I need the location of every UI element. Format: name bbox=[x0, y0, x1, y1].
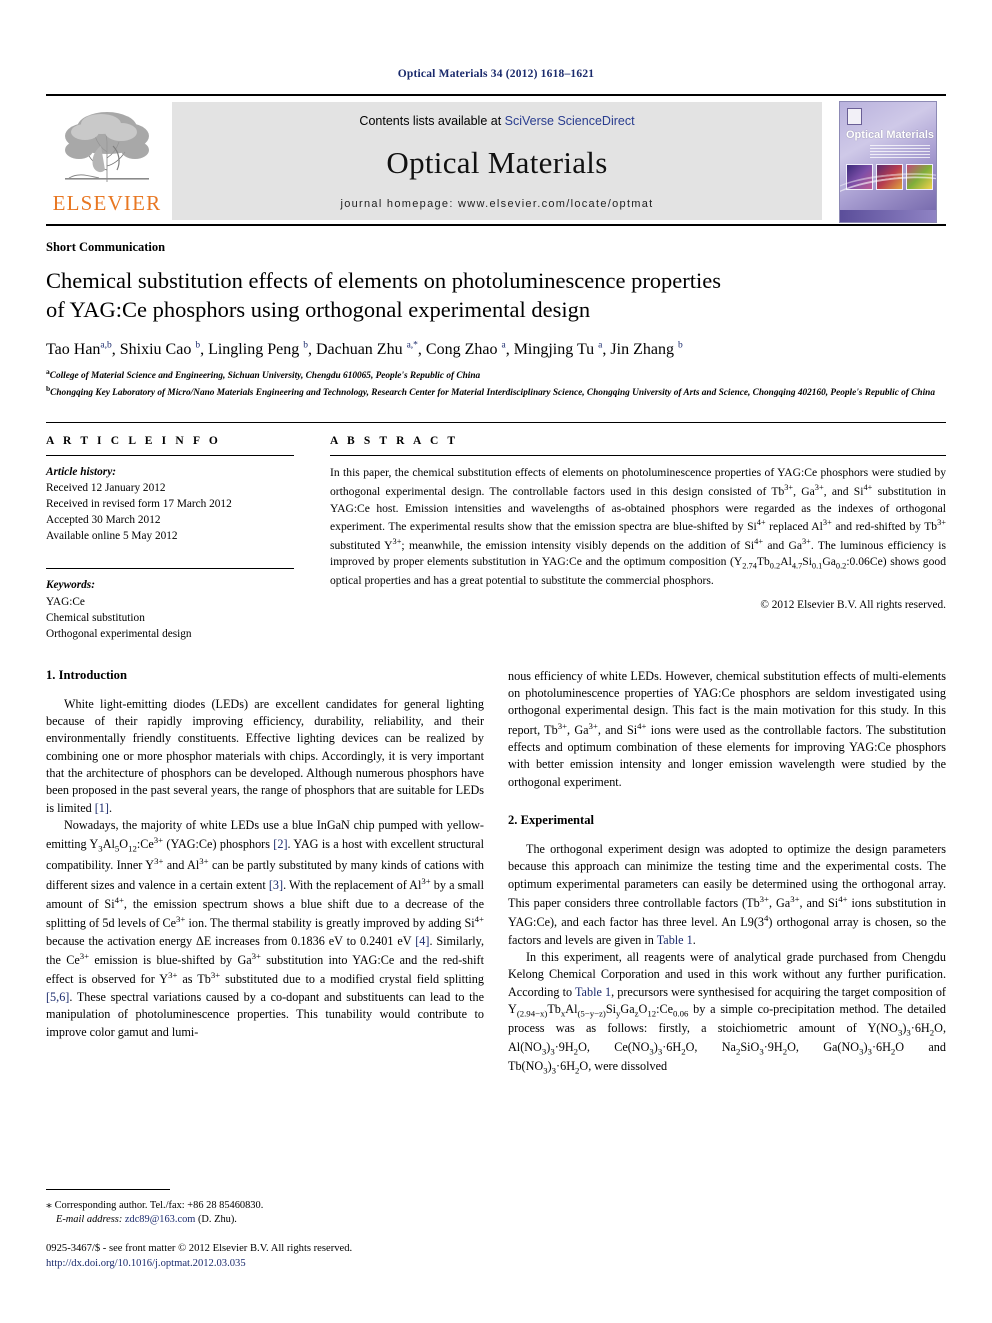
journal-homepage-link[interactable]: journal homepage: www.elsevier.com/locat… bbox=[340, 198, 653, 210]
cover-title-word1: Optical bbox=[846, 129, 887, 141]
section-heading-introduction: 1. Introduction bbox=[46, 667, 127, 682]
abstract-rule bbox=[330, 455, 946, 457]
journal-cover-thumbnail: Optical Materials bbox=[826, 96, 946, 224]
corresponding-author-line: ⁎ Corresponding author. Tel./fax: +86 28… bbox=[46, 1196, 264, 1211]
affiliation-a-text: College of Material Science and Engineer… bbox=[49, 371, 481, 382]
keyword-item: Chemical substitution bbox=[46, 611, 145, 624]
elsevier-tree-icon bbox=[57, 104, 157, 188]
experimental-paragraph-2: In this experiment, all reagents were of… bbox=[508, 950, 946, 1076]
email-label: E-mail address: bbox=[56, 1214, 123, 1226]
publisher-logo: ELSEVIER bbox=[46, 96, 168, 224]
footer-meta: 0925-3467/$ - see front matter © 2012 El… bbox=[46, 1241, 484, 1271]
cover-image: Optical Materials bbox=[839, 101, 937, 223]
history-item: Received 12 January 2012 bbox=[46, 482, 166, 495]
email-line: E-mail address: zdc89@163.com (D. Zhu). bbox=[46, 1213, 484, 1228]
section-heading-experimental: 2. Experimental bbox=[508, 812, 595, 827]
email-link[interactable]: zdc89@163.com bbox=[125, 1214, 195, 1225]
title-line-1: Chemical substitution effects of element… bbox=[46, 268, 722, 293]
cover-subtitle-lines bbox=[870, 145, 930, 159]
journal-masthead: ELSEVIER Contents lists available at Sci… bbox=[46, 94, 946, 224]
journal-title: Optical Materials bbox=[386, 145, 608, 180]
abstract-column: A B S T R A C T In this paper, the chemi… bbox=[312, 435, 946, 641]
page-footer: ⁎ Corresponding author. Tel./fax: +86 28… bbox=[46, 1188, 484, 1271]
affiliation-b: bChongqing Key Laboratory of Micro/Nano … bbox=[46, 383, 935, 398]
history-item: Available online 5 May 2012 bbox=[46, 530, 178, 543]
body-columns: 1. Introduction White light-emitting dio… bbox=[46, 668, 946, 1077]
page-title: Chemical substitution effects of element… bbox=[46, 267, 946, 325]
cover-title: Optical Materials bbox=[846, 129, 934, 141]
keyword-item: Orthogonal experimental design bbox=[46, 627, 192, 640]
article-info-column: A R T I C L E I N F O Article history: R… bbox=[46, 435, 312, 641]
masthead-bottom-rule bbox=[46, 224, 946, 226]
keywords-block: Keywords: YAG:Ce Chemical substitution O… bbox=[46, 577, 294, 641]
keywords-rule bbox=[46, 568, 294, 570]
affiliations: aCollege of Material Science and Enginee… bbox=[46, 367, 946, 400]
author-list: Tao Hana,b, Shixiu Cao b, Lingling Peng … bbox=[46, 340, 683, 358]
issn-copyright-line: 0925-3467/$ - see front matter © 2012 El… bbox=[46, 1242, 353, 1254]
history-item: Accepted 30 March 2012 bbox=[46, 514, 161, 527]
keyword-item: YAG:Ce bbox=[46, 595, 85, 608]
info-abstract-block: A R T I C L E I N F O Article history: R… bbox=[46, 422, 946, 641]
footnote-rule bbox=[46, 1188, 170, 1190]
body-column-left: 1. Introduction White light-emitting dio… bbox=[46, 668, 484, 1077]
affiliation-a: aCollege of Material Science and Enginee… bbox=[46, 367, 481, 382]
copyright-line: © 2012 Elsevier B.V. All rights reserved… bbox=[760, 599, 946, 612]
cover-bottom-bar bbox=[840, 210, 936, 222]
cover-elsevier-mark-icon bbox=[847, 108, 862, 125]
cover-title-word2: Materials bbox=[886, 129, 935, 141]
article-info-heading: A R T I C L E I N F O bbox=[46, 435, 221, 448]
abstract-text: In this paper, the chemical substitution… bbox=[330, 466, 946, 587]
email-suffix: (D. Zhu). bbox=[195, 1214, 237, 1226]
contents-prefix: Contents lists available at bbox=[359, 114, 505, 128]
history-item: Received in revised form 17 March 2012 bbox=[46, 498, 232, 511]
contents-available-line: Contents lists available at SciVerse Sci… bbox=[359, 114, 634, 128]
title-line-2: of YAG:Ce phosphors using orthogonal exp… bbox=[46, 296, 591, 322]
experimental-paragraph-1: The orthogonal experiment design was ado… bbox=[508, 841, 946, 947]
masthead-center: Contents lists available at SciVerse Sci… bbox=[172, 102, 822, 220]
sciencedirect-link[interactable]: SciVerse ScienceDirect bbox=[505, 114, 635, 128]
intro-paragraph-1: White light-emitting diodes (LEDs) are e… bbox=[46, 696, 484, 815]
keywords-label: Keywords: bbox=[46, 579, 95, 592]
intro-paragraph-2-continued: nous efficiency of white LEDs. However, … bbox=[508, 668, 946, 789]
doi-link[interactable]: http://dx.doi.org/10.1016/j.optmat.2012.… bbox=[46, 1256, 484, 1271]
article-page: Optical Materials 34 (2012) 1618–1621 EL… bbox=[0, 0, 992, 1323]
affiliation-b-text: Chongqing Key Laboratory of Micro/Nano M… bbox=[50, 387, 935, 398]
abstract-heading: A B S T R A C T bbox=[330, 435, 459, 448]
article-type-label: Short Communication bbox=[46, 240, 166, 254]
article-info-rule bbox=[46, 455, 294, 457]
article-history-label: Article history: bbox=[46, 466, 116, 479]
corresponding-author-note: ⁎ Corresponding author. Tel./fax: +86 28… bbox=[46, 1196, 484, 1228]
article-history: Article history: Received 12 January 201… bbox=[46, 464, 294, 544]
intro-paragraph-2: Nowadays, the majority of white LEDs use… bbox=[46, 817, 485, 1039]
running-head: Optical Materials 34 (2012) 1618–1621 bbox=[397, 68, 595, 80]
body-column-right: nous efficiency of white LEDs. However, … bbox=[508, 668, 946, 1077]
elsevier-wordmark: ELSEVIER bbox=[52, 191, 162, 215]
